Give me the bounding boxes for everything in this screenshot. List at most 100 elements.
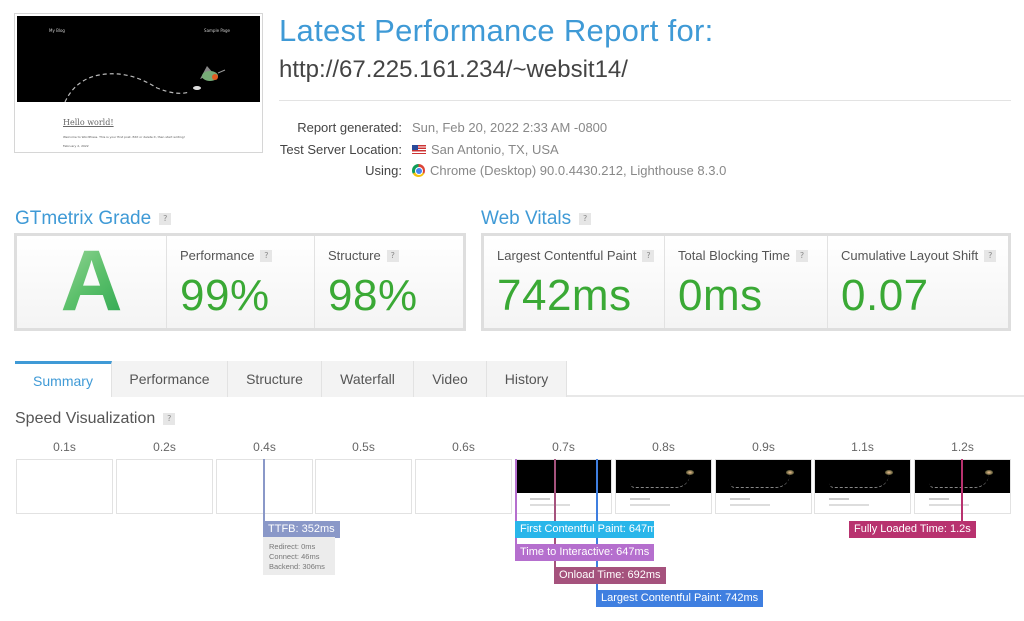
filmstrip-frame[interactable] (16, 459, 113, 514)
gtmetrix-grade-heading: GTmetrix Grade ? (15, 208, 172, 230)
frame-text (730, 504, 770, 506)
frame-hero (716, 460, 811, 493)
frame-text (829, 498, 849, 500)
meta-report-generated: Report generated: Sun, Feb 20, 2022 2:33… (279, 117, 726, 139)
frame-time-label: 0.9s (752, 440, 775, 454)
performance-value: 99% (180, 271, 270, 320)
ttfb-marker: TTFB: 352ms (263, 521, 340, 538)
vital-label: Total Blocking Time (678, 248, 790, 263)
fully-loaded-marker: Fully Loaded Time: 1.2s (849, 521, 976, 538)
vital-label: Largest Contentful Paint (497, 248, 637, 263)
help-icon[interactable]: ? (796, 249, 808, 262)
meta-server-location: Test Server Location: San Antonio, TX, U… (279, 139, 726, 161)
frame-text (530, 498, 550, 500)
web-vitals-heading: Web Vitals ? (481, 208, 592, 230)
ttfb-details: Redirect: 0ms Connect: 46ms Backend: 306… (263, 537, 335, 575)
frame-text (829, 504, 869, 506)
filmstrip-frame[interactable] (715, 459, 812, 514)
chrome-icon (412, 164, 425, 178)
help-icon[interactable]: ? (579, 213, 592, 225)
lcp-marker: Largest Contentful Paint: 742ms (596, 590, 764, 607)
frame-text (730, 498, 750, 500)
ttfb-redirect: Redirect: 0ms (269, 542, 316, 551)
ttfb-backend: Backend: 306ms (269, 562, 325, 571)
frame-time-label: 0.5s (352, 440, 375, 454)
meta-value: Sun, Feb 20, 2022 2:33 AM -0800 (412, 120, 608, 136)
page-screenshot: My Blog Sample Page Hello world! Welcome… (14, 13, 263, 153)
filmstrip-frame[interactable] (615, 459, 712, 514)
frame-bird-icon (985, 470, 993, 475)
frame-path (829, 474, 889, 488)
help-icon[interactable]: ? (163, 413, 176, 425)
frame-bird-icon (786, 470, 794, 475)
frame-text (530, 504, 570, 506)
help-icon[interactable]: ? (159, 213, 172, 225)
tab-history[interactable]: History (487, 361, 567, 397)
vital-value: 742ms (497, 271, 632, 320)
fcp-marker: First Contentful Paint: 647ms (515, 521, 662, 538)
performance-score: Performance? 99% (167, 236, 315, 328)
meta-value: Chrome (Desktop) 90.0.4430.212, Lighthou… (430, 163, 727, 179)
filmstrip-frame[interactable] (415, 459, 512, 514)
frame-text (630, 504, 670, 506)
help-icon[interactable]: ? (642, 249, 655, 262)
frame-time-label: 0.8s (652, 440, 675, 454)
tti-marker: Time to Interactive: 647ms (515, 544, 655, 561)
frame-time-label: 0.1s (53, 440, 76, 454)
vital-value: 0.07 (841, 271, 929, 320)
tab-performance[interactable]: Performance (112, 361, 228, 397)
meta-label: Test Server Location: (279, 141, 402, 157)
filmstrip-frame[interactable] (116, 459, 213, 514)
help-icon[interactable]: ? (260, 249, 273, 262)
grade-panel: A Performance? 99% Structure? 98% (14, 233, 466, 331)
frame-time-label: 0.4s (253, 440, 276, 454)
frame-bird-icon (686, 470, 694, 475)
filmstrip-frame[interactable] (914, 459, 1011, 514)
frame-hero (815, 460, 910, 493)
structure-label: Structure (328, 248, 381, 263)
speed-visualization-heading: Speed Visualization ? (15, 410, 176, 428)
help-icon[interactable]: ? (984, 249, 997, 262)
meta-using: Using: Chrome (Desktop) 90.0.4430.212, L… (279, 160, 726, 182)
ttfb-connect: Connect: 46ms (269, 552, 320, 561)
frame-time-label: 0.2s (153, 440, 176, 454)
frame-hero (915, 460, 1010, 493)
frame-path (630, 474, 690, 488)
meta-value: San Antonio, TX, USA (431, 141, 559, 157)
report-title: Latest Performance Report for: (279, 13, 714, 48)
report-url: http://67.225.161.234/~websit14/ (279, 56, 628, 83)
tab-summary[interactable]: Summary (15, 361, 112, 397)
screenshot-hero: My Blog Sample Page (17, 16, 260, 102)
onload-marker: Onload Time: 692ms (554, 567, 666, 584)
grade-letter-cell: A (17, 236, 167, 328)
tab-waterfall[interactable]: Waterfall (322, 361, 414, 397)
performance-label: Performance (180, 248, 255, 263)
vital-tbt: Total Blocking Time? 0ms (665, 236, 828, 328)
vital-cls: Cumulative Layout Shift? 0.07 (828, 236, 1008, 328)
tab-structure[interactable]: Structure (228, 361, 322, 397)
frame-time-label: 0.6s (452, 440, 475, 454)
structure-score: Structure? 98% (315, 236, 463, 328)
screenshot-post-date: February 2, 2022 (63, 144, 89, 148)
filmstrip-frame[interactable] (216, 459, 313, 514)
frame-time-label: 0.7s (552, 440, 575, 454)
filmstrip-frame[interactable] (315, 459, 412, 514)
tab-video[interactable]: Video (414, 361, 487, 397)
meta-label: Report generated: (297, 120, 402, 136)
screenshot-post-excerpt: Welcome to WordPress. This is your first… (63, 135, 185, 139)
web-vitals-panel: Largest Contentful Paint? 742ms Total Bl… (481, 233, 1011, 331)
frame-hero (616, 460, 711, 493)
filmstrip-frame[interactable] (814, 459, 911, 514)
structure-value: 98% (328, 271, 418, 320)
frame-time-label: 1.1s (851, 440, 874, 454)
frame-time-label: 1.2s (951, 440, 974, 454)
report-tabs: Summary Performance Structure Waterfall … (15, 361, 1024, 397)
report-meta: Report generated: Sun, Feb 20, 2022 2:33… (279, 117, 726, 182)
grade-letter: A (17, 236, 166, 326)
meta-label: Using: (365, 163, 402, 179)
vital-label: Cumulative Layout Shift (841, 248, 979, 263)
tti-line (515, 459, 517, 555)
hummingbird-illustration-icon (64, 66, 226, 102)
ttfb-line (263, 459, 265, 521)
help-icon[interactable]: ? (386, 249, 399, 262)
